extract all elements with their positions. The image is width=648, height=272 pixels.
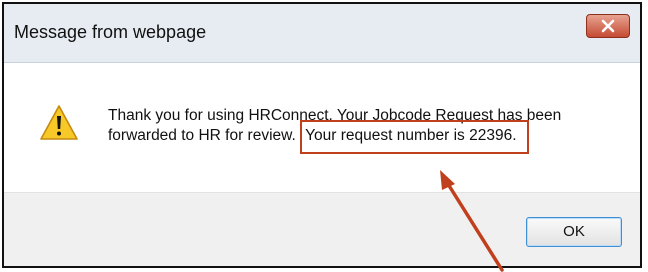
dialog-content: Thank you for using HRConnect. Your Jobc… [4, 63, 640, 192]
close-button[interactable] [586, 14, 630, 38]
button-bar: OK [4, 192, 640, 266]
message-text: Thank you for using HRConnect. Your Jobc… [108, 106, 628, 154]
warning-icon [40, 105, 78, 140]
message-dialog: Message from webpage Thank you for using… [2, 2, 642, 268]
ok-button[interactable]: OK [526, 217, 622, 247]
request-number-highlight: Your request number is 22396. [300, 120, 529, 154]
close-icon [601, 19, 615, 33]
title-bar[interactable]: Message from webpage [4, 4, 640, 63]
dialog-title: Message from webpage [14, 22, 207, 42]
